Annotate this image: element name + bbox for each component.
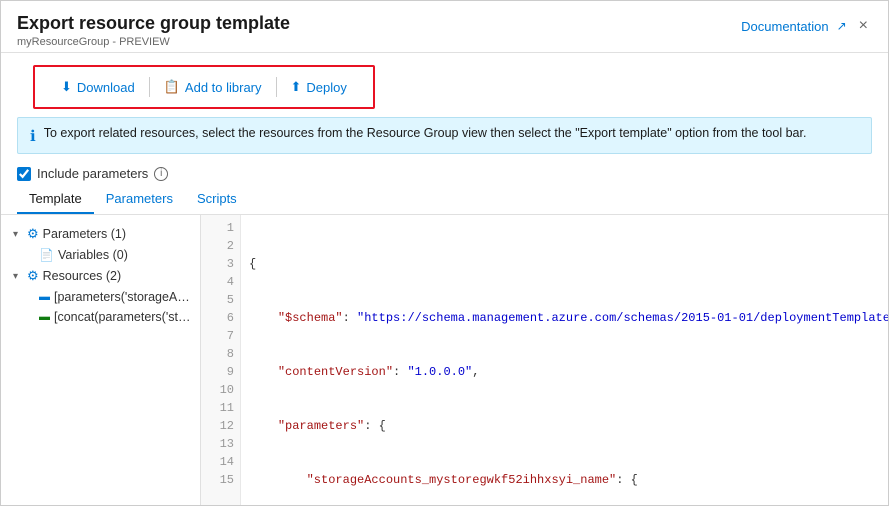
gear-icon-parameters: ⚙: [27, 226, 39, 242]
header-left: Export resource group template myResourc…: [17, 13, 290, 48]
code-line-4: "parameters": {: [249, 417, 880, 435]
info-text: To export related resources, select the …: [44, 126, 807, 140]
include-params-row: Include parameters i: [1, 162, 888, 185]
download-button[interactable]: ⬇ Download: [51, 75, 145, 99]
gear-icon-resources: ⚙: [27, 268, 39, 284]
info-banner: ℹ To export related resources, select th…: [17, 117, 872, 154]
storage2-icon: ▬: [39, 311, 50, 323]
code-line-3: "contentVersion": "1.0.0.0",: [249, 363, 880, 381]
tree-item-storage2[interactable]: ▬ [concat(parameters('storageAcc...: [1, 307, 200, 327]
tab-scripts[interactable]: Scripts: [185, 185, 249, 214]
code-line-2: "$schema": "https://schema.management.az…: [249, 309, 880, 327]
code-line-5: "storageAccounts_mystoregwkf52ihhxsyi_na…: [249, 471, 880, 489]
header-right: Documentation ↗ ×: [741, 17, 872, 35]
include-params-label: Include parameters: [37, 166, 148, 181]
tabs-bar: Template Parameters Scripts: [1, 185, 888, 215]
deploy-button[interactable]: ⬆ Deploy: [281, 75, 357, 99]
line-numbers: 1 2 3 4 5 6 7 8 9 10 11 12 13 14 15: [201, 215, 241, 505]
info-icon: ℹ: [30, 127, 36, 145]
content-area: ▾ ⚙ Parameters (1) 📄 Variables (0) ▾ ⚙ R…: [1, 215, 888, 505]
tree-item-variables[interactable]: 📄 Variables (0): [1, 245, 200, 265]
code-editor: 1 2 3 4 5 6 7 8 9 10 11 12 13 14 15: [201, 215, 888, 505]
tree-item-parameters[interactable]: ▾ ⚙ Parameters (1): [1, 223, 200, 245]
variables-label: Variables (0): [58, 248, 128, 262]
close-button[interactable]: ×: [855, 17, 872, 35]
storage1-icon: ▬: [39, 291, 50, 303]
storage1-label: [parameters('storageAccounts_...: [54, 290, 192, 304]
download-icon: ⬇: [61, 79, 72, 95]
page-title: Export resource group template: [17, 13, 290, 34]
tab-parameters[interactable]: Parameters: [94, 185, 185, 214]
toggle-resources: ▾: [13, 271, 23, 282]
tab-template[interactable]: Template: [17, 185, 94, 214]
left-panel-tree: ▾ ⚙ Parameters (1) 📄 Variables (0) ▾ ⚙ R…: [1, 215, 201, 505]
main-container: Export resource group template myResourc…: [0, 0, 889, 506]
deploy-icon: ⬆: [291, 79, 302, 95]
doc-icon-variables: 📄: [39, 248, 54, 262]
toolbar-divider-1: [149, 77, 150, 97]
documentation-link[interactable]: Documentation: [741, 19, 828, 34]
external-link-icon: ↗: [837, 19, 847, 33]
add-to-library-button[interactable]: 📋 Add to library: [154, 75, 272, 99]
include-params-checkbox[interactable]: [17, 167, 31, 181]
resources-label: Resources (2): [43, 269, 122, 283]
tree-item-storage1[interactable]: ▬ [parameters('storageAccounts_...: [1, 287, 200, 307]
code-editor-panel[interactable]: 1 2 3 4 5 6 7 8 9 10 11 12 13 14 15: [201, 215, 888, 505]
toggle-parameters: ▾: [13, 229, 23, 240]
code-line-1: {: [249, 255, 880, 273]
page-subtitle: myResourceGroup - PREVIEW: [17, 36, 290, 48]
header: Export resource group template myResourc…: [1, 1, 888, 53]
toolbar-divider-2: [276, 77, 277, 97]
code-lines: { "$schema": "https://schema.management.…: [241, 215, 888, 505]
include-params-info-icon[interactable]: i: [154, 167, 168, 181]
storage2-label: [concat(parameters('storageAcc...: [54, 310, 192, 324]
library-icon: 📋: [164, 79, 180, 95]
toolbar: ⬇ Download 📋 Add to library ⬆ Deploy: [33, 65, 375, 109]
tree-item-resources[interactable]: ▾ ⚙ Resources (2): [1, 265, 200, 287]
parameters-label: Parameters (1): [43, 227, 126, 241]
